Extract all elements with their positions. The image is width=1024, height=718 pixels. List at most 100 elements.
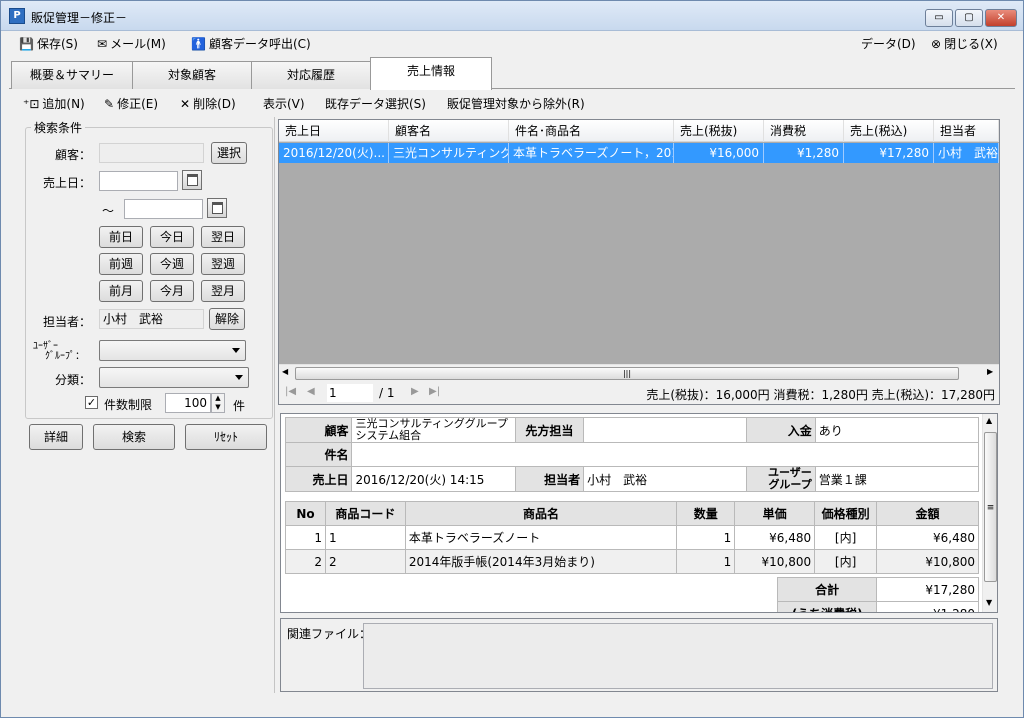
category-select[interactable]	[99, 367, 249, 388]
title-bar: P 販促管理－修正－ ▭ ▢ ✕	[1, 1, 1023, 31]
this-month-button[interactable]: 今月	[150, 280, 194, 302]
related-files-list[interactable]	[363, 623, 993, 689]
sales-grid: 売上日 顧客名 件名･商品名 売上(税抜) 消費税 売上(税込) 担当者 201…	[278, 119, 1000, 405]
tab-summary[interactable]: 概要＆サマリー	[11, 61, 133, 89]
staff-clear-button[interactable]: 解除	[209, 308, 245, 330]
last-page-icon[interactable]: ▶|	[429, 386, 440, 397]
maximize-button[interactable]: ▢	[955, 9, 983, 27]
scroll-thumb[interactable]: ≡	[984, 432, 997, 582]
scroll-thumb[interactable]: |||	[295, 367, 959, 380]
window-title: 販促管理－修正－	[31, 11, 128, 25]
scroll-right-icon[interactable]: ▶	[987, 367, 993, 376]
tab-target-customers[interactable]: 対象顧客	[132, 61, 252, 89]
col-sales-date[interactable]: 売上日	[279, 120, 389, 142]
item-price: ¥10,800	[734, 549, 816, 574]
total-label: 合計	[776, 577, 878, 602]
vertical-scrollbar[interactable]: ▲ ≡ ▼	[982, 414, 997, 612]
detail-staff-value: 小村 武裕	[583, 466, 748, 492]
exclude-button[interactable]: 販促管理対象から除外(R)	[447, 95, 585, 112]
date-to-field[interactable]	[124, 199, 203, 219]
prev-page-icon[interactable]: ◀	[307, 386, 315, 397]
items-col-name: 商品名	[404, 501, 678, 526]
customer-field[interactable]	[99, 143, 204, 163]
limit-spinner[interactable]: ▲ ▼	[211, 393, 225, 413]
col-subject[interactable]: 件名･商品名	[509, 120, 674, 142]
totals-table: 合計 ¥17,280 (うち消費税) ¥1,280	[776, 577, 979, 612]
delete-button[interactable]: ✕ 削除(D)	[180, 95, 236, 112]
cell-sales-ex-tax: ¥16,000	[674, 143, 764, 163]
detail-group-label: ユーザー グループ	[746, 466, 816, 492]
select-existing-button[interactable]: 既存データ選択(S)	[325, 95, 426, 112]
sales-detail-panel: 顧客 三光コンサルティンググループシステム組合 先方担当 入金 あり 件名 売上…	[280, 413, 998, 613]
customer-select-button[interactable]: 選択	[211, 142, 247, 164]
detail-subject-value	[351, 442, 979, 467]
tax-value: ¥1,280	[876, 601, 979, 612]
detail-payment-label: 入金	[746, 417, 816, 443]
horizontal-scrollbar[interactable]: ◀ ||| ▶	[279, 364, 999, 381]
table-row[interactable]: 1 1 本革トラベラーズノート 1 ¥6,480 [内] ¥6,480	[285, 525, 979, 550]
delete-x-icon: ✕	[180, 97, 191, 111]
limit-count-field[interactable]: 100	[165, 393, 211, 413]
items-col-amount: 金額	[876, 501, 979, 526]
window-close-button[interactable]: ✕	[985, 9, 1017, 27]
today-button[interactable]: 今日	[150, 226, 194, 248]
mail-menu[interactable]: ✉ メール(M)	[97, 35, 166, 52]
related-files-label: 関連ファイル：	[287, 627, 372, 641]
search-button[interactable]: 検索	[93, 424, 175, 450]
close-circle-icon: ⊗	[931, 37, 942, 51]
date-to-calendar-button[interactable]	[207, 198, 227, 218]
items-col-price-type: 価格種別	[814, 501, 878, 526]
tab-sales-info[interactable]: 売上情報	[370, 57, 492, 90]
date-from-calendar-button[interactable]	[182, 170, 202, 190]
edit-button[interactable]: ✎ 修正(E)	[104, 95, 158, 112]
tab-history[interactable]: 対応履歴	[251, 61, 371, 89]
item-code: 2	[324, 549, 406, 574]
scroll-down-icon[interactable]: ▼	[986, 598, 992, 607]
grid-summary: 売上(税抜)：16,000円 消費税：1,280円 売上(税込)：17,280円	[646, 388, 995, 402]
tab-bar: 概要＆サマリー 対象顧客 対応履歴 売上情報	[9, 57, 1015, 90]
table-row[interactable]: 2016/12/20(火)... 三光コンサルティング... 本革トラベラーズノ…	[279, 143, 999, 163]
view-button[interactable]: 表示(V)	[263, 95, 305, 112]
add-button[interactable]: ⁺⊡ 追加(N)	[23, 95, 85, 112]
page-number-field[interactable]: 1	[327, 384, 373, 402]
next-month-button[interactable]: 翌月	[201, 280, 245, 302]
item-name: 2014年版手帳(2014年3月始まり)	[404, 549, 678, 574]
detail-date-value: 2016/12/20(火) 14:15	[351, 466, 516, 492]
col-sales-ex-tax[interactable]: 売上(税抜)	[674, 120, 764, 142]
prev-month-button[interactable]: 前月	[99, 280, 143, 302]
col-sales-in-tax[interactable]: 売上(税込)	[844, 120, 934, 142]
customer-call-menu[interactable]: 🚹 顧客データ呼出(C)	[191, 35, 311, 52]
reset-button[interactable]: ﾘｾｯﾄ	[185, 424, 267, 450]
next-week-button[interactable]: 翌週	[201, 253, 245, 275]
limit-checkbox[interactable]: ✓	[85, 396, 98, 409]
scroll-left-icon[interactable]: ◀	[282, 367, 288, 376]
next-page-icon[interactable]: ▶	[411, 386, 419, 397]
close-menu[interactable]: ⊗ 閉じる(X)	[931, 35, 998, 52]
staff-field[interactable]: 小村 武裕	[99, 309, 204, 329]
minimize-button[interactable]: ▭	[925, 9, 953, 27]
prev-day-button[interactable]: 前日	[99, 226, 143, 248]
grip-icon: |||	[622, 369, 632, 378]
customer-label: 顧客：	[54, 148, 91, 162]
detail-staff-label: 担当者	[514, 466, 585, 492]
user-group-select[interactable]	[99, 340, 246, 361]
col-customer-name[interactable]: 顧客名	[389, 120, 509, 142]
chevron-down-icon	[232, 348, 240, 353]
save-menu[interactable]: 💾 保存(S)	[19, 35, 78, 52]
prev-week-button[interactable]: 前週	[99, 253, 143, 275]
scroll-up-icon[interactable]: ▲	[986, 416, 992, 425]
col-staff[interactable]: 担当者	[934, 120, 999, 142]
items-col-price: 単価	[734, 501, 816, 526]
toolbar: ⁺⊡ 追加(N) ✎ 修正(E) ✕ 削除(D) 表示(V) 既存データ選択(S) 販…	[9, 90, 1015, 116]
table-row[interactable]: 2 2 2014年版手帳(2014年3月始まり) 1 ¥10,800 [内] ¥…	[285, 549, 979, 574]
next-day-button[interactable]: 翌日	[201, 226, 245, 248]
splitter[interactable]	[274, 117, 275, 693]
first-page-icon[interactable]: |◀	[285, 386, 296, 397]
date-from-field[interactable]	[99, 171, 178, 191]
detail-button[interactable]: 詳細	[29, 424, 83, 450]
staff-label: 担当者：	[42, 315, 91, 329]
col-tax[interactable]: 消費税	[764, 120, 844, 142]
spin-up-icon: ▲	[215, 394, 221, 402]
data-menu[interactable]: データ(D)	[861, 35, 916, 52]
this-week-button[interactable]: 今週	[150, 253, 194, 275]
